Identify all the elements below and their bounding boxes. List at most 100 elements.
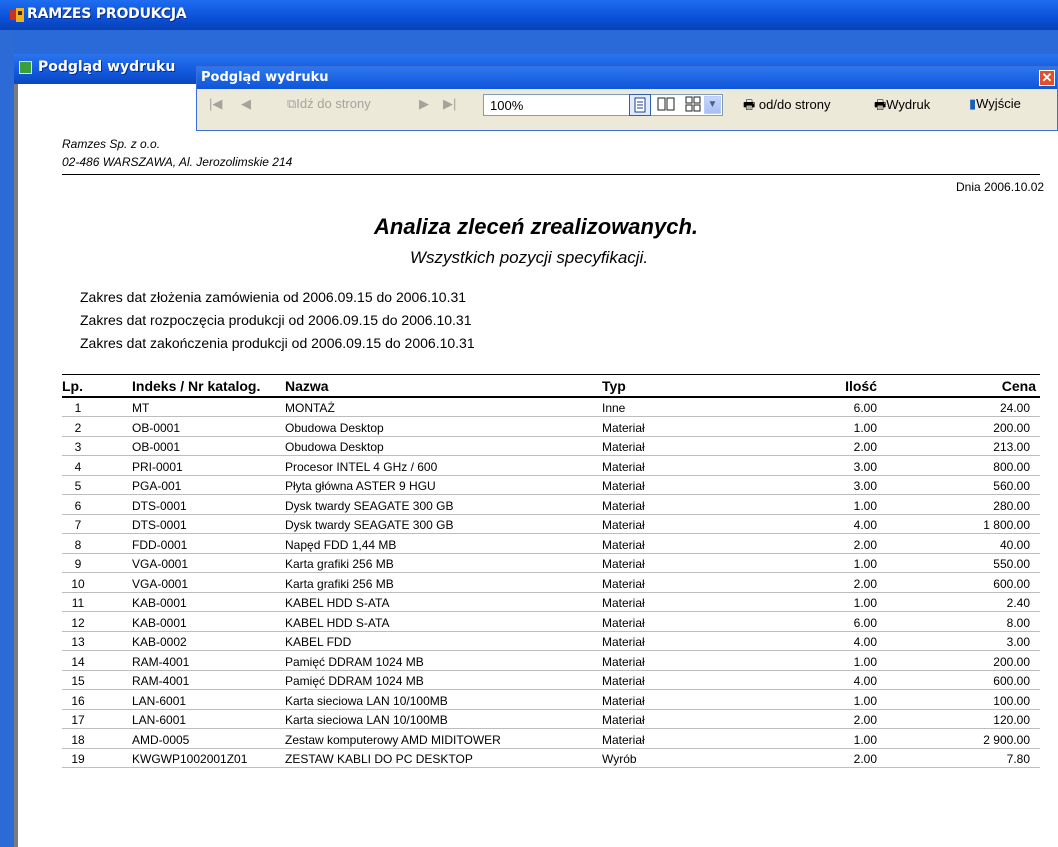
- first-page-icon[interactable]: |◀: [209, 96, 222, 112]
- row-type: Inne: [602, 401, 626, 415]
- single-page-view-icon[interactable]: [629, 94, 651, 116]
- row-type: Wyrób: [602, 752, 637, 766]
- row-price: 800.00: [993, 459, 1030, 474]
- table-row: 17 LAN-6001 Karta sieciowa LAN 10/100MB Mat…: [62, 710, 1040, 729]
- row-index: FDD-0001: [132, 537, 188, 552]
- table-row: 3 OB-0001 Obudowa Desktop Materiał 2.00 213.0…: [62, 437, 1040, 456]
- page-range-button[interactable]: 🖶 od/do strony: [743, 96, 830, 118]
- row-name: Pamięć DDRAM 1024 MB: [285, 654, 424, 669]
- row-qty: 6.00: [853, 401, 877, 415]
- row-qty: 1.00: [853, 498, 877, 513]
- close-icon[interactable]: ✕: [1039, 70, 1055, 86]
- row-index: OB-0001: [132, 440, 181, 454]
- row-type: Materiał: [602, 635, 645, 649]
- row-price: 2.40: [1006, 596, 1030, 610]
- table-row: 9 VGA-0001 Karta grafiki 256 MB Materiał 1.0…: [62, 554, 1040, 573]
- row-type: Materiał: [602, 713, 645, 727]
- previous-page-icon[interactable]: ◀: [241, 96, 251, 112]
- row-type: Materiał: [602, 693, 645, 708]
- table-row: 15 RAM-4001 Pamięć DDRAM 1024 MB Materiał 4.…: [62, 671, 1040, 690]
- four-page-view-icon[interactable]: [683, 94, 705, 116]
- exit-button[interactable]: ▮Wyjście: [969, 96, 1021, 112]
- range-line-end: Zakres dat zakończenia produkcji od 2006…: [80, 335, 475, 351]
- row-name: Zestaw komputerowy AMD MIDITOWER: [285, 732, 501, 747]
- print-label: Wydruk: [886, 97, 931, 112]
- row-index: OB-0001: [132, 420, 181, 435]
- row-index: VGA-0001: [132, 576, 189, 591]
- row-type: Materiał: [602, 420, 645, 435]
- table-row: 7 DTS-0001 Dysk twardy SEAGATE 300 GB Mater…: [62, 515, 1040, 534]
- row-price: 200.00: [993, 420, 1030, 435]
- print-button[interactable]: 🖶Wydruk: [874, 96, 930, 118]
- row-name: Karta sieciowa LAN 10/100MB: [285, 693, 448, 708]
- row-lp: 16: [71, 693, 85, 708]
- row-type: Materiał: [602, 537, 645, 552]
- app-titlebar[interactable]: RAMZES PRODUKCJA: [0, 0, 1058, 30]
- column-header-qty: Ilość: [845, 378, 877, 394]
- row-qty: 1.00: [853, 732, 877, 747]
- row-type: Materiał: [602, 440, 645, 454]
- row-price: 280.00: [993, 498, 1030, 513]
- row-lp: 5: [74, 479, 82, 493]
- row-name: Napęd FDD 1,44 MB: [285, 537, 397, 552]
- row-type: Materiał: [602, 654, 645, 669]
- row-lp: 19: [71, 752, 85, 766]
- row-price: 600.00: [993, 576, 1030, 591]
- table-row: 5 PGA-001 Płyta główna ASTER 9 HGU Materiał…: [62, 476, 1040, 495]
- row-index: RAM-4001: [132, 674, 190, 688]
- two-page-view-icon[interactable]: [656, 94, 678, 116]
- row-qty: 4.00: [853, 518, 877, 532]
- row-index: KAB-0001: [132, 596, 187, 610]
- row-type: Materiał: [602, 674, 645, 688]
- row-qty: 3.00: [853, 479, 877, 493]
- row-qty: 1.00: [853, 420, 877, 435]
- row-price: 8.00: [1006, 615, 1030, 630]
- table-row: 8 FDD-0001 Napęd FDD 1,44 MB Materiał 2.00 40…: [62, 535, 1040, 554]
- goto-page-button[interactable]: ⧉Idź do strony: [287, 96, 371, 112]
- column-header-price: Cena: [1001, 378, 1036, 394]
- row-qty: 1.00: [853, 693, 877, 708]
- row-name: Płyta główna ASTER 9 HGU: [285, 479, 436, 493]
- row-price: 550.00: [993, 557, 1030, 571]
- row-index: KAB-0001: [132, 615, 187, 630]
- row-name: Karta sieciowa LAN 10/100MB: [285, 713, 448, 727]
- row-qty: 3.00: [853, 459, 877, 474]
- row-qty: 2.00: [853, 537, 877, 552]
- row-type: Materiał: [602, 596, 645, 610]
- column-header-lp: Lp.: [62, 378, 83, 394]
- column-header-type: Typ: [602, 378, 626, 394]
- row-lp: 6: [74, 498, 82, 513]
- table-row: 16 LAN-6001 Karta sieciowa LAN 10/100MB Mat…: [62, 691, 1040, 710]
- row-lp: 13: [71, 635, 85, 649]
- row-lp: 14: [71, 654, 85, 669]
- row-lp: 15: [71, 674, 85, 688]
- row-name: ZESTAW KABLI DO PC DESKTOP: [285, 752, 473, 766]
- row-qty: 1.00: [853, 596, 877, 610]
- table-row: 13 KAB-0002 KABEL FDD Materiał 4.00 3.00: [62, 632, 1040, 651]
- toolbar-titlebar[interactable]: Podgląd wydruku ✕: [197, 67, 1057, 89]
- chevron-down-icon[interactable]: ▼: [704, 96, 721, 114]
- toolbar-title: Podgląd wydruku: [201, 70, 329, 85]
- row-index: VGA-0001: [132, 557, 189, 571]
- row-price: 213.00: [993, 440, 1030, 454]
- row-name: Dysk twardy SEAGATE 300 GB: [285, 518, 454, 532]
- next-page-icon[interactable]: ▶: [419, 96, 429, 112]
- table-row: 1 MT MONTAŻ Inne 6.00 24.00: [62, 398, 1040, 417]
- row-lp: 17: [71, 713, 85, 727]
- row-index: DTS-0001: [132, 498, 187, 513]
- row-index: KAB-0002: [132, 635, 187, 649]
- row-lp: 18: [71, 732, 85, 747]
- row-lp: 7: [74, 518, 82, 532]
- row-price: 40.00: [999, 537, 1030, 552]
- preview-toolbar-window[interactable]: Podgląd wydruku ✕ |◀ ◀ ⧉Idź do strony ▶ …: [196, 66, 1058, 131]
- table-row: 6 DTS-0001 Dysk twardy SEAGATE 300 GB Mater…: [62, 496, 1040, 515]
- last-page-icon[interactable]: ▶|: [443, 96, 456, 112]
- exit-label: Wyjście: [976, 96, 1021, 111]
- company-name: Ramzes Sp. z o.o.: [62, 137, 161, 151]
- company-address: 02-486 WARSZAWA, Al. Jerozolimskie 214: [62, 155, 293, 169]
- row-qty: 2.00: [853, 752, 877, 766]
- row-price: 600.00: [993, 674, 1030, 688]
- row-qty: 4.00: [853, 674, 877, 688]
- row-price: 200.00: [993, 654, 1030, 669]
- column-header-index: Indeks / Nr katalog.: [132, 378, 261, 394]
